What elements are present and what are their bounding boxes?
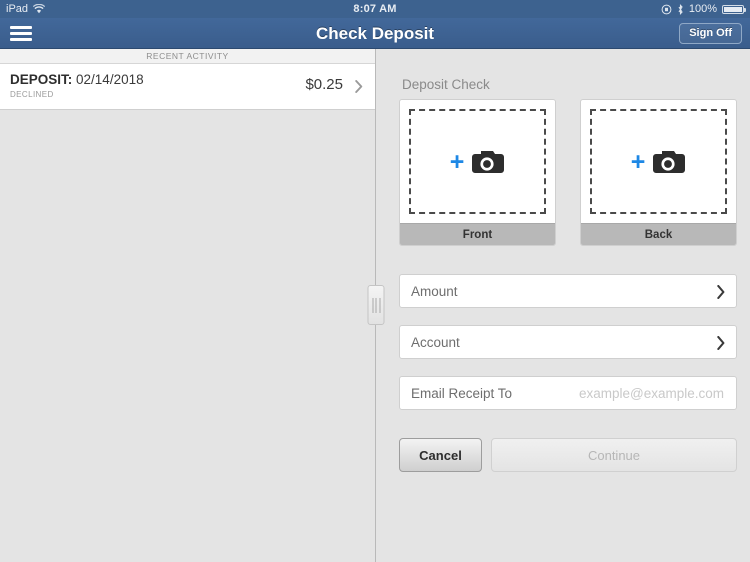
activity-type-label: DEPOSIT: [10, 72, 73, 87]
account-field-label: Account [411, 335, 460, 350]
plus-icon: + [630, 148, 646, 176]
action-button-row: Cancel Continue [399, 438, 737, 472]
status-bar-time: 8:07 AM [353, 3, 397, 15]
amount-field-label: Amount [411, 284, 458, 299]
capture-box-front: + [400, 100, 555, 223]
activity-amount: $0.25 [305, 76, 343, 93]
dashed-capture-area: + [409, 109, 546, 214]
account-field-row[interactable]: Account [399, 325, 737, 359]
email-receipt-input[interactable]: example@example.com [579, 377, 724, 411]
capture-card-back[interactable]: + Back [580, 99, 737, 246]
capture-box-back: + [581, 100, 736, 223]
dashed-capture-area: + [590, 109, 727, 214]
email-receipt-field-row[interactable]: Email Receipt To example@example.com [399, 376, 737, 410]
capture-label-back: Back [581, 223, 736, 245]
capture-card-front[interactable]: + Front [399, 99, 556, 246]
chevron-right-icon [717, 335, 725, 351]
check-capture-row: + Front + Back [399, 99, 737, 246]
status-bar: iPad 8:07 AM 100% [0, 0, 750, 18]
activity-date: 02/14/2018 [76, 72, 144, 87]
deposit-check-panel: Deposit Check + Front + Back Amount Acco… [377, 49, 750, 562]
battery-icon [722, 4, 746, 14]
amount-field-row[interactable]: Amount [399, 274, 737, 308]
camera-icon [469, 148, 505, 176]
chevron-right-icon [355, 80, 363, 93]
activity-list-item[interactable]: DEPOSIT: 02/14/2018 DECLINED $0.25 [0, 64, 375, 110]
navigation-bar: Check Deposit Sign Off [0, 18, 750, 49]
continue-button: Continue [491, 438, 737, 472]
plus-icon: + [449, 148, 465, 176]
activity-title: DEPOSIT: 02/14/2018 [10, 72, 144, 87]
status-bar-right: 100% [661, 0, 746, 18]
cancel-button[interactable]: Cancel [399, 438, 482, 472]
activity-status-badge: DECLINED [10, 90, 54, 99]
recent-activity-panel: RECENT ACTIVITY DEPOSIT: 02/14/2018 DECL… [0, 49, 376, 562]
camera-icon [650, 148, 686, 176]
check-deposit-screen: iPad 8:07 AM 100% Check Deposit Sign Off… [0, 0, 750, 562]
capture-label-front: Front [400, 223, 555, 245]
sign-off-button[interactable]: Sign Off [679, 23, 742, 44]
deposit-check-title: Deposit Check [402, 77, 490, 92]
split-view-drag-handle[interactable] [367, 285, 385, 325]
battery-percent-label: 100% [688, 3, 717, 15]
chevron-right-icon [717, 284, 725, 300]
rotation-lock-icon [661, 4, 672, 15]
recent-activity-header: RECENT ACTIVITY [0, 49, 375, 64]
bluetooth-icon [677, 3, 684, 15]
email-receipt-label: Email Receipt To [411, 386, 513, 401]
page-title: Check Deposit [315, 24, 435, 43]
